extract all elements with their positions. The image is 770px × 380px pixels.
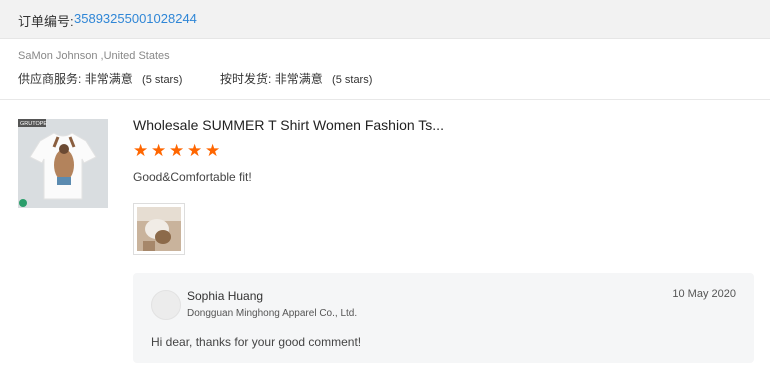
thumb-brand-text: GRUTOPE bbox=[20, 121, 47, 127]
reply-text: Hi dear, thanks for your good comment! bbox=[151, 335, 362, 349]
reply-seller-company: Dongguan Minghong Apparel Co., Ltd. bbox=[187, 308, 358, 319]
star-icon: ★ bbox=[133, 141, 149, 160]
product-thumbnail[interactable]: GRUTOPE bbox=[18, 119, 108, 208]
rating-label: 按时发货: bbox=[220, 72, 272, 86]
review-photo[interactable] bbox=[133, 203, 185, 255]
rating-stars-text: (5 stars) bbox=[142, 74, 183, 86]
reply-seller-name: Sophia Huang bbox=[187, 289, 264, 303]
rating-value: 非常满意 bbox=[84, 72, 133, 86]
star-icon: ★ bbox=[187, 141, 203, 160]
buyer-info: SaMon Johnson ,United States bbox=[18, 50, 170, 62]
section-divider bbox=[0, 99, 770, 100]
order-number-link[interactable]: 35893255001028244 bbox=[74, 11, 197, 26]
tshirt-image: GRUTOPE bbox=[18, 119, 108, 208]
rating-label: 供应商服务: bbox=[18, 72, 82, 86]
avatar bbox=[151, 290, 181, 320]
review-photo-image bbox=[137, 207, 181, 251]
rating-stars-text: (5 stars) bbox=[332, 74, 373, 86]
rating-on-time-shipping: 按时发货: 非常满意 (5 stars) bbox=[220, 70, 372, 87]
seller-reply: Sophia Huang Dongguan Minghong Apparel C… bbox=[133, 273, 754, 363]
review-comment: Good&Comfortable fit! bbox=[133, 170, 252, 184]
product-title-link[interactable]: Wholesale SUMMER T Shirt Women Fashion T… bbox=[133, 117, 444, 133]
order-number-label: 订单编号: bbox=[18, 14, 74, 29]
product-star-rating: ★ ★ ★ ★ ★ bbox=[133, 141, 221, 160]
star-icon: ★ bbox=[169, 141, 185, 160]
rating-value: 非常满意 bbox=[274, 72, 323, 86]
reply-date: 10 May 2020 bbox=[672, 288, 736, 300]
star-icon: ★ bbox=[151, 141, 167, 160]
star-icon: ★ bbox=[205, 141, 221, 160]
order-header: 订单编号: 35893255001028244 bbox=[0, 0, 770, 39]
rating-supplier-service: 供应商服务: 非常满意 (5 stars) bbox=[18, 70, 182, 87]
